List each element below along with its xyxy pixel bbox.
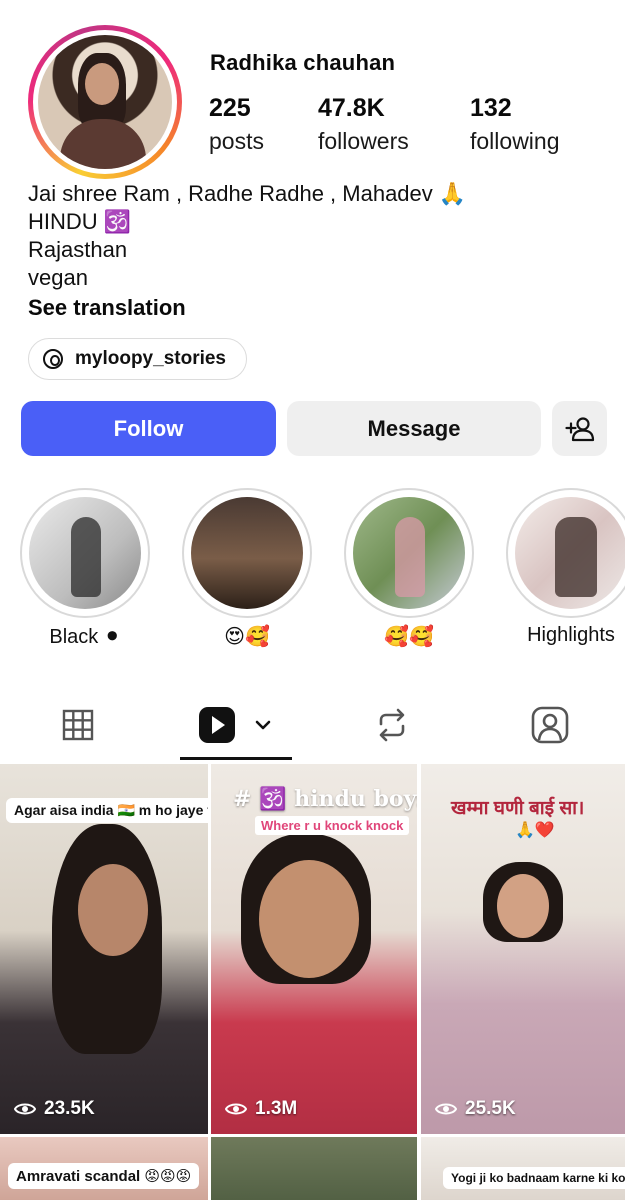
reel-tile[interactable]: खम्मा घणी बाई सा। 🙏❤️ 25.5K — [421, 764, 625, 1134]
highlight-cover — [29, 497, 141, 609]
profile-avatar[interactable] — [28, 25, 182, 179]
reel-subcaption: Where r u knock knock — [255, 816, 410, 835]
view-count: 1.3M — [225, 1098, 297, 1120]
reel-caption: # 🕉️ hindu boys — [233, 786, 417, 812]
highlight-label: 🥰🥰 — [384, 626, 434, 648]
eye-icon — [14, 1103, 36, 1115]
tab-reels[interactable] — [180, 698, 292, 752]
highlight-item[interactable]: 🥰🥰 — [344, 488, 474, 649]
reel-tile[interactable]: # 🕉️ hindu boys Where r u knock knock 1.… — [211, 764, 417, 1134]
bio-line: HINDU 🕉️ — [28, 209, 132, 234]
bio-line: vegan — [28, 265, 88, 290]
highlight-item[interactable]: Highlights — [506, 488, 625, 647]
reel-caption: Yogi ji ko badnaam karne ki koshish — [443, 1167, 625, 1189]
highlight-item[interactable]: 😍🥰 — [182, 488, 312, 649]
highlight-label: Highlights — [527, 624, 615, 646]
threads-icon — [43, 349, 63, 369]
following-label: following — [470, 128, 560, 154]
highlight-cover — [353, 497, 465, 609]
chevron-down-icon — [255, 720, 271, 730]
bio-line: Rajasthan — [28, 237, 128, 262]
highlight-cover — [191, 497, 303, 609]
eye-icon — [225, 1103, 247, 1115]
reel-caption-emoji: 🙏❤️ — [515, 822, 555, 839]
see-translation-link[interactable]: See translation — [28, 295, 186, 321]
threads-link[interactable]: myloopy_stories — [28, 338, 247, 380]
grid-icon — [62, 709, 94, 741]
reel-caption: Amravati scandal 😡😡😡 — [8, 1163, 200, 1189]
following-count: 132 — [470, 94, 512, 122]
reel-caption: Agar aisa india 🇮🇳 m ho jaye toh ? — [6, 798, 208, 823]
posts-label: posts — [209, 128, 264, 154]
tab-tagged[interactable] — [520, 698, 580, 752]
reel-tile[interactable]: Amravati scandal 😡😡😡 — [0, 1137, 208, 1200]
message-button[interactable]: Message — [287, 401, 541, 456]
highlight-label: 😍🥰 — [224, 626, 270, 648]
reel-tile[interactable]: Yogi ji ko badnaam karne ki koshish — [421, 1137, 625, 1200]
followers-label: followers — [318, 128, 409, 154]
follow-button[interactable]: Follow — [21, 401, 276, 456]
tab-reposts[interactable] — [362, 698, 422, 752]
view-count-value: 23.5K — [44, 1098, 95, 1119]
view-count-value: 1.3M — [255, 1098, 298, 1119]
highlight-cover — [515, 497, 625, 609]
threads-handle: myloopy_stories — [75, 348, 226, 369]
stat-followers[interactable]: 47.8K followers — [318, 93, 409, 159]
eye-icon — [435, 1103, 457, 1115]
profile-tabs — [0, 690, 625, 760]
stat-following[interactable]: 132 following — [470, 93, 560, 159]
highlight-label: Black ⚫ — [49, 626, 121, 648]
highlight-item[interactable]: Black ⚫ — [20, 488, 150, 649]
view-count-value: 25.5K — [465, 1098, 516, 1119]
profile-bio: Jai shree Ram , Radhe Radhe , Mahadev 🙏 … — [28, 180, 466, 292]
reel-caption: खम्मा घणी बाई सा। — [451, 798, 585, 819]
add-person-icon — [564, 416, 594, 441]
avatar-photo — [38, 35, 172, 169]
stat-posts[interactable]: 225 posts — [209, 93, 264, 159]
reel-tile[interactable]: Agar aisa india 🇮🇳 m ho jaye toh ? 23.5K — [0, 764, 208, 1134]
profile-username: Radhika chauhan — [210, 50, 396, 75]
active-tab-indicator — [180, 757, 292, 760]
repost-icon — [379, 708, 405, 742]
followers-count: 47.8K — [318, 94, 385, 122]
view-count: 23.5K — [14, 1098, 95, 1120]
view-count: 25.5K — [435, 1098, 516, 1120]
tab-posts-grid[interactable] — [48, 698, 108, 752]
posts-count: 225 — [209, 94, 251, 122]
suggest-people-button[interactable] — [552, 401, 607, 456]
bio-line: Jai shree Ram , Radhe Radhe , Mahadev 🙏 — [28, 181, 467, 206]
reels-icon — [199, 707, 235, 743]
tagged-icon — [531, 706, 569, 744]
reel-tile[interactable] — [211, 1137, 417, 1200]
